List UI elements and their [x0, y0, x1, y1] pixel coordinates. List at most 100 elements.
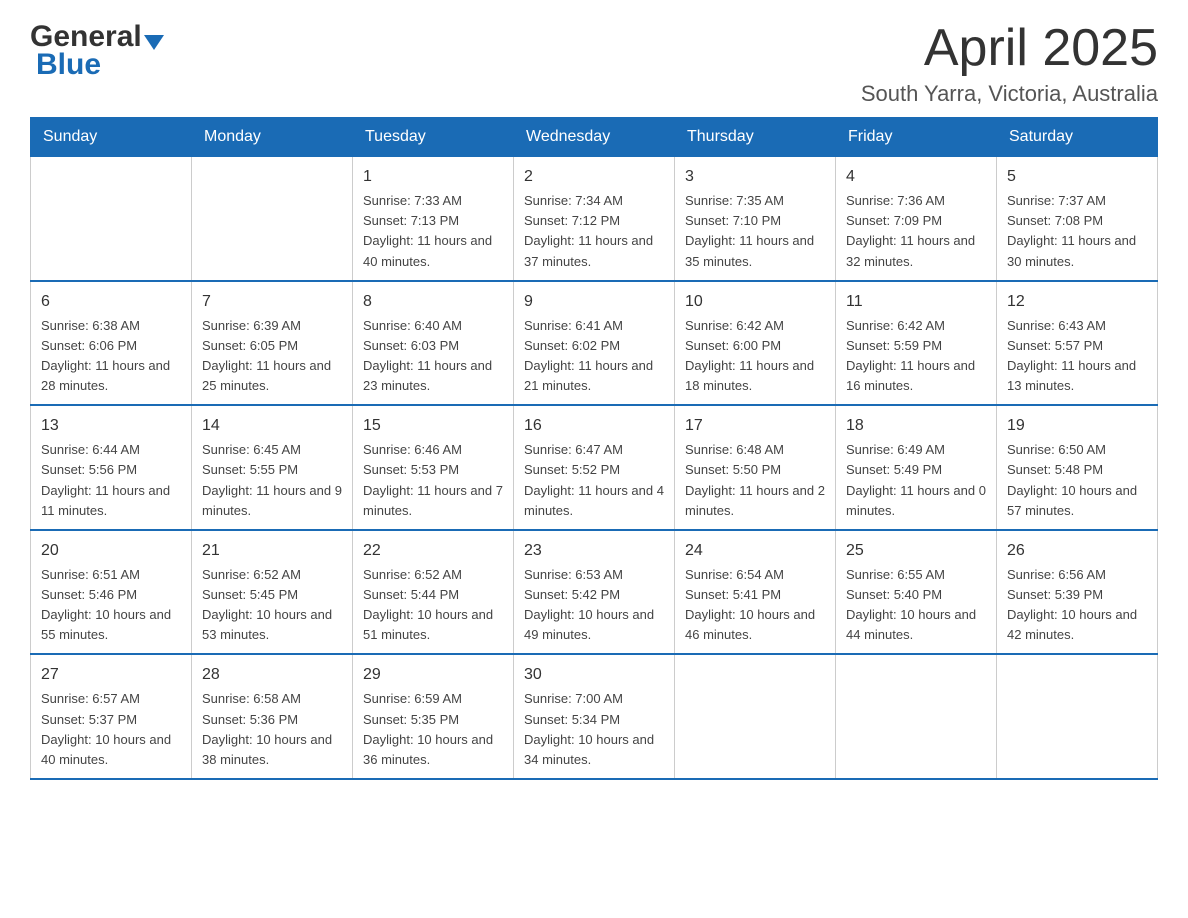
week-row-5: 27Sunrise: 6:57 AMSunset: 5:37 PMDayligh…: [31, 654, 1158, 779]
calendar-cell: 27Sunrise: 6:57 AMSunset: 5:37 PMDayligh…: [31, 654, 192, 779]
calendar-cell: 25Sunrise: 6:55 AMSunset: 5:40 PMDayligh…: [836, 530, 997, 655]
day-number: 21: [202, 539, 342, 563]
weekday-header-monday: Monday: [192, 118, 353, 157]
day-number: 6: [41, 290, 181, 314]
weekday-header-thursday: Thursday: [675, 118, 836, 157]
day-info: Sunrise: 7:35 AMSunset: 7:10 PMDaylight:…: [685, 191, 825, 272]
day-number: 19: [1007, 414, 1147, 438]
day-number: 27: [41, 663, 181, 687]
day-info: Sunrise: 6:57 AMSunset: 5:37 PMDaylight:…: [41, 689, 181, 770]
day-number: 15: [363, 414, 503, 438]
logo-triangle-icon: [144, 35, 164, 50]
logo-line2: Blue: [30, 48, 101, 82]
day-info: Sunrise: 6:54 AMSunset: 5:41 PMDaylight:…: [685, 565, 825, 646]
weekday-header-wednesday: Wednesday: [514, 118, 675, 157]
day-info: Sunrise: 6:52 AMSunset: 5:44 PMDaylight:…: [363, 565, 503, 646]
calendar-cell: 9Sunrise: 6:41 AMSunset: 6:02 PMDaylight…: [514, 281, 675, 406]
calendar-cell: 22Sunrise: 6:52 AMSunset: 5:44 PMDayligh…: [353, 530, 514, 655]
calendar-cell: 2Sunrise: 7:34 AMSunset: 7:12 PMDaylight…: [514, 157, 675, 281]
day-info: Sunrise: 7:00 AMSunset: 5:34 PMDaylight:…: [524, 689, 664, 770]
day-info: Sunrise: 6:51 AMSunset: 5:46 PMDaylight:…: [41, 565, 181, 646]
calendar-cell: 13Sunrise: 6:44 AMSunset: 5:56 PMDayligh…: [31, 405, 192, 530]
day-number: 24: [685, 539, 825, 563]
calendar-cell: 11Sunrise: 6:42 AMSunset: 5:59 PMDayligh…: [836, 281, 997, 406]
day-info: Sunrise: 6:40 AMSunset: 6:03 PMDaylight:…: [363, 316, 503, 397]
page-header: General Blue April 2025 South Yarra, Vic…: [30, 20, 1158, 107]
day-info: Sunrise: 6:45 AMSunset: 5:55 PMDaylight:…: [202, 440, 342, 521]
calendar-cell: [836, 654, 997, 779]
title-section: April 2025 South Yarra, Victoria, Austra…: [861, 20, 1158, 107]
location-title: South Yarra, Victoria, Australia: [861, 81, 1158, 107]
day-number: 4: [846, 165, 986, 189]
day-number: 16: [524, 414, 664, 438]
day-number: 17: [685, 414, 825, 438]
calendar-cell: 6Sunrise: 6:38 AMSunset: 6:06 PMDaylight…: [31, 281, 192, 406]
day-number: 28: [202, 663, 342, 687]
logo-blue-text: Blue: [36, 48, 101, 82]
day-info: Sunrise: 6:46 AMSunset: 5:53 PMDaylight:…: [363, 440, 503, 521]
day-info: Sunrise: 6:48 AMSunset: 5:50 PMDaylight:…: [685, 440, 825, 521]
day-number: 9: [524, 290, 664, 314]
day-info: Sunrise: 7:33 AMSunset: 7:13 PMDaylight:…: [363, 191, 503, 272]
day-info: Sunrise: 6:49 AMSunset: 5:49 PMDaylight:…: [846, 440, 986, 521]
day-number: 11: [846, 290, 986, 314]
calendar-cell: 20Sunrise: 6:51 AMSunset: 5:46 PMDayligh…: [31, 530, 192, 655]
day-info: Sunrise: 6:59 AMSunset: 5:35 PMDaylight:…: [363, 689, 503, 770]
calendar-cell: 16Sunrise: 6:47 AMSunset: 5:52 PMDayligh…: [514, 405, 675, 530]
calendar-cell: 10Sunrise: 6:42 AMSunset: 6:00 PMDayligh…: [675, 281, 836, 406]
day-number: 2: [524, 165, 664, 189]
day-info: Sunrise: 7:36 AMSunset: 7:09 PMDaylight:…: [846, 191, 986, 272]
day-number: 25: [846, 539, 986, 563]
day-number: 23: [524, 539, 664, 563]
day-info: Sunrise: 6:43 AMSunset: 5:57 PMDaylight:…: [1007, 316, 1147, 397]
calendar-cell: 12Sunrise: 6:43 AMSunset: 5:57 PMDayligh…: [997, 281, 1158, 406]
calendar-cell: 5Sunrise: 7:37 AMSunset: 7:08 PMDaylight…: [997, 157, 1158, 281]
weekday-header-sunday: Sunday: [31, 118, 192, 157]
day-info: Sunrise: 6:47 AMSunset: 5:52 PMDaylight:…: [524, 440, 664, 521]
day-number: 29: [363, 663, 503, 687]
day-number: 3: [685, 165, 825, 189]
day-number: 26: [1007, 539, 1147, 563]
day-number: 30: [524, 663, 664, 687]
calendar-cell: 24Sunrise: 6:54 AMSunset: 5:41 PMDayligh…: [675, 530, 836, 655]
day-info: Sunrise: 6:42 AMSunset: 5:59 PMDaylight:…: [846, 316, 986, 397]
calendar-cell: [675, 654, 836, 779]
day-info: Sunrise: 6:41 AMSunset: 6:02 PMDaylight:…: [524, 316, 664, 397]
day-info: Sunrise: 6:53 AMSunset: 5:42 PMDaylight:…: [524, 565, 664, 646]
day-info: Sunrise: 6:58 AMSunset: 5:36 PMDaylight:…: [202, 689, 342, 770]
day-info: Sunrise: 6:56 AMSunset: 5:39 PMDaylight:…: [1007, 565, 1147, 646]
day-number: 7: [202, 290, 342, 314]
calendar-table: SundayMondayTuesdayWednesdayThursdayFrid…: [30, 117, 1158, 780]
calendar-cell: 29Sunrise: 6:59 AMSunset: 5:35 PMDayligh…: [353, 654, 514, 779]
day-number: 10: [685, 290, 825, 314]
day-number: 8: [363, 290, 503, 314]
week-row-3: 13Sunrise: 6:44 AMSunset: 5:56 PMDayligh…: [31, 405, 1158, 530]
calendar-cell: 28Sunrise: 6:58 AMSunset: 5:36 PMDayligh…: [192, 654, 353, 779]
day-info: Sunrise: 6:42 AMSunset: 6:00 PMDaylight:…: [685, 316, 825, 397]
calendar-cell: 3Sunrise: 7:35 AMSunset: 7:10 PMDaylight…: [675, 157, 836, 281]
day-info: Sunrise: 6:50 AMSunset: 5:48 PMDaylight:…: [1007, 440, 1147, 521]
calendar-cell: 8Sunrise: 6:40 AMSunset: 6:03 PMDaylight…: [353, 281, 514, 406]
week-row-4: 20Sunrise: 6:51 AMSunset: 5:46 PMDayligh…: [31, 530, 1158, 655]
calendar-cell: 26Sunrise: 6:56 AMSunset: 5:39 PMDayligh…: [997, 530, 1158, 655]
day-info: Sunrise: 6:52 AMSunset: 5:45 PMDaylight:…: [202, 565, 342, 646]
day-number: 12: [1007, 290, 1147, 314]
calendar-cell: [997, 654, 1158, 779]
week-row-1: 1Sunrise: 7:33 AMSunset: 7:13 PMDaylight…: [31, 157, 1158, 281]
calendar-cell: 15Sunrise: 6:46 AMSunset: 5:53 PMDayligh…: [353, 405, 514, 530]
calendar-cell: [31, 157, 192, 281]
day-number: 22: [363, 539, 503, 563]
week-row-2: 6Sunrise: 6:38 AMSunset: 6:06 PMDaylight…: [31, 281, 1158, 406]
day-number: 18: [846, 414, 986, 438]
day-number: 14: [202, 414, 342, 438]
day-info: Sunrise: 6:55 AMSunset: 5:40 PMDaylight:…: [846, 565, 986, 646]
day-info: Sunrise: 6:39 AMSunset: 6:05 PMDaylight:…: [202, 316, 342, 397]
weekday-header-tuesday: Tuesday: [353, 118, 514, 157]
weekday-header-friday: Friday: [836, 118, 997, 157]
day-number: 13: [41, 414, 181, 438]
day-info: Sunrise: 6:44 AMSunset: 5:56 PMDaylight:…: [41, 440, 181, 521]
logo: General Blue: [30, 20, 164, 82]
calendar-cell: 1Sunrise: 7:33 AMSunset: 7:13 PMDaylight…: [353, 157, 514, 281]
day-number: 1: [363, 165, 503, 189]
weekday-header-row: SundayMondayTuesdayWednesdayThursdayFrid…: [31, 118, 1158, 157]
